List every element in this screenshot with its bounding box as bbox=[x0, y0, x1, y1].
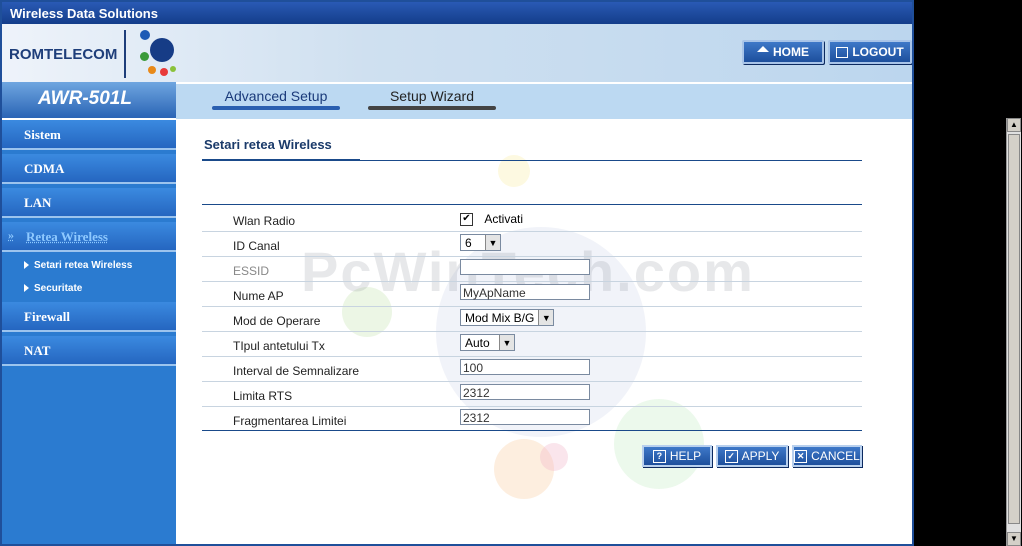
mode-value: Mod Mix B/G bbox=[465, 310, 535, 325]
scroll-down-icon[interactable]: ▼ bbox=[1007, 532, 1021, 546]
logout-icon bbox=[836, 46, 849, 58]
sidebar-subitem-label: Setari retea Wireless bbox=[34, 260, 133, 271]
tab-label: Setup Wizard bbox=[389, 88, 475, 104]
cancel-label: CANCEL bbox=[811, 449, 860, 463]
title-divider-strong bbox=[202, 159, 360, 161]
sidebar-item-lan[interactable]: LAN bbox=[2, 188, 176, 218]
form-row-tx-preamble: TIpul antetului Tx Auto ▼ bbox=[202, 332, 862, 357]
sidebar-subitem-setari-retea-wireless[interactable]: Setari retea Wireless bbox=[2, 256, 176, 278]
rts-limit-input[interactable]: 2312 bbox=[460, 384, 590, 400]
wlan-radio-checkbox[interactable]: ✔ bbox=[460, 213, 473, 227]
essid-input[interactable] bbox=[460, 259, 590, 275]
sidebar-subitem-label: Securitate bbox=[34, 283, 83, 294]
browser-window: Wireless Data Solutions ROMTELECOM HOME … bbox=[0, 0, 914, 546]
double-chevron-right-icon: » bbox=[8, 228, 14, 242]
tab-underline bbox=[368, 106, 496, 110]
beacon-interval-label: Interval de Semnalizare bbox=[233, 364, 360, 378]
rts-limit-label: Limita RTS bbox=[233, 389, 293, 403]
decorative-circle bbox=[540, 443, 568, 471]
help-label: HELP bbox=[669, 449, 702, 463]
form-row-frag-limit: Fragmentarea Limitei 2312 bbox=[202, 407, 862, 431]
header-banner: ROMTELECOM HOME LOGOUT bbox=[2, 24, 912, 82]
form-row-mode: Mod de Operare Mod Mix B/G ▼ bbox=[202, 307, 862, 332]
tab-setup-wizard[interactable]: Setup Wizard bbox=[368, 88, 496, 110]
essid-label: ESSID bbox=[233, 264, 270, 278]
close-icon: ✕ bbox=[794, 449, 808, 463]
model-header: AWR-501L bbox=[2, 82, 176, 120]
tab-label: Advanced Setup bbox=[224, 88, 328, 104]
frag-limit-label: Fragmentarea Limitei bbox=[233, 414, 347, 428]
apply-label: APPLY bbox=[741, 449, 780, 463]
apply-button[interactable]: ✓ APPLY bbox=[716, 445, 788, 467]
model-name: AWR-501L bbox=[38, 88, 132, 109]
form-row-rts-limit: Limita RTS 2312 bbox=[202, 382, 862, 407]
home-icon bbox=[757, 46, 769, 52]
tx-preamble-select[interactable]: Auto ▼ bbox=[460, 334, 515, 351]
vertical-scrollbar[interactable]: ▲ ▼ bbox=[1006, 118, 1021, 546]
sidebar-item-label: Retea Wireless bbox=[26, 229, 108, 244]
form-row-wlan-radio: Wlan Radio ✔ Activati bbox=[202, 207, 862, 232]
logout-label: LOGOUT bbox=[852, 45, 904, 59]
logout-button[interactable]: LOGOUT bbox=[828, 40, 912, 64]
sidebar-item-label: Firewall bbox=[24, 309, 70, 324]
form-divider-bottom bbox=[202, 430, 862, 431]
window-title: Wireless Data Solutions bbox=[10, 6, 158, 21]
frag-limit-input[interactable]: 2312 bbox=[460, 409, 590, 425]
sidebar-subitem-securitate[interactable]: Securitate bbox=[2, 279, 176, 301]
top-nav: Advanced Setup Setup Wizard bbox=[176, 82, 912, 121]
sidebar-item-label: CDMA bbox=[24, 161, 65, 176]
tab-underline bbox=[212, 106, 340, 110]
chevron-down-icon: ▼ bbox=[499, 335, 514, 350]
decorative-circle bbox=[494, 439, 554, 499]
main-content: PcWinTech.com Setari retea Wireless Wlan… bbox=[176, 119, 912, 544]
form-row-ap-name: Nume AP MyApName bbox=[202, 282, 862, 307]
sidebar-item-firewall[interactable]: Firewall bbox=[2, 302, 176, 332]
sidebar-item-label: Sistem bbox=[24, 127, 61, 142]
sidebar-item-nat[interactable]: NAT bbox=[2, 336, 176, 366]
channel-select[interactable]: 6 ▼ bbox=[460, 234, 501, 251]
wlan-radio-checkbox-label: Activati bbox=[484, 212, 524, 226]
brand-divider bbox=[124, 30, 126, 78]
wlan-radio-label: Wlan Radio bbox=[233, 214, 296, 228]
form-divider bbox=[202, 204, 862, 205]
title-bar: Wireless Data Solutions bbox=[2, 2, 912, 24]
form-row-channel: ID Canal 6 ▼ bbox=[202, 232, 862, 257]
chevron-down-icon: ▼ bbox=[485, 235, 500, 250]
scroll-up-icon[interactable]: ▲ bbox=[1007, 118, 1021, 132]
help-button[interactable]: ? HELP bbox=[642, 445, 712, 467]
tx-preamble-label: TIpul antetului Tx bbox=[233, 339, 325, 353]
sidebar-item-label: NAT bbox=[24, 343, 51, 358]
home-label: HOME bbox=[773, 45, 809, 59]
sidebar: AWR-501L Sistem CDMA LAN » Retea Wireles… bbox=[2, 82, 176, 544]
ap-name-input[interactable]: MyApName bbox=[460, 284, 590, 300]
channel-value: 6 bbox=[465, 235, 472, 250]
triangle-right-icon bbox=[24, 261, 29, 269]
cancel-button[interactable]: ✕ CANCEL bbox=[792, 445, 862, 467]
form-row-beacon-interval: Interval de Semnalizare 100 bbox=[202, 357, 862, 382]
brand-name: ROMTELECOM bbox=[9, 46, 118, 63]
mode-label: Mod de Operare bbox=[233, 314, 321, 328]
sidebar-item-label: LAN bbox=[24, 195, 52, 210]
help-icon: ? bbox=[652, 449, 666, 463]
check-icon: ✓ bbox=[724, 449, 738, 463]
chevron-down-icon: ▼ bbox=[538, 310, 554, 325]
beacon-interval-input[interactable]: 100 bbox=[460, 359, 590, 375]
home-button[interactable]: HOME bbox=[742, 40, 824, 64]
sidebar-item-sistem[interactable]: Sistem bbox=[2, 120, 176, 150]
page-title: Setari retea Wireless bbox=[204, 137, 332, 152]
scrollbar-thumb[interactable] bbox=[1008, 134, 1020, 524]
triangle-right-icon bbox=[24, 284, 29, 292]
tab-advanced-setup[interactable]: Advanced Setup bbox=[212, 88, 340, 110]
wlan-radio-control: ✔ Activati bbox=[460, 212, 524, 227]
sidebar-item-cdma[interactable]: CDMA bbox=[2, 154, 176, 184]
sidebar-item-retea-wireless[interactable]: » Retea Wireless bbox=[2, 222, 176, 252]
ap-name-label: Nume AP bbox=[233, 289, 284, 303]
mode-select[interactable]: Mod Mix B/G ▼ bbox=[460, 309, 555, 326]
form-row-essid: ESSID bbox=[202, 257, 862, 282]
tx-preamble-value: Auto bbox=[465, 335, 490, 350]
channel-label: ID Canal bbox=[233, 239, 280, 253]
